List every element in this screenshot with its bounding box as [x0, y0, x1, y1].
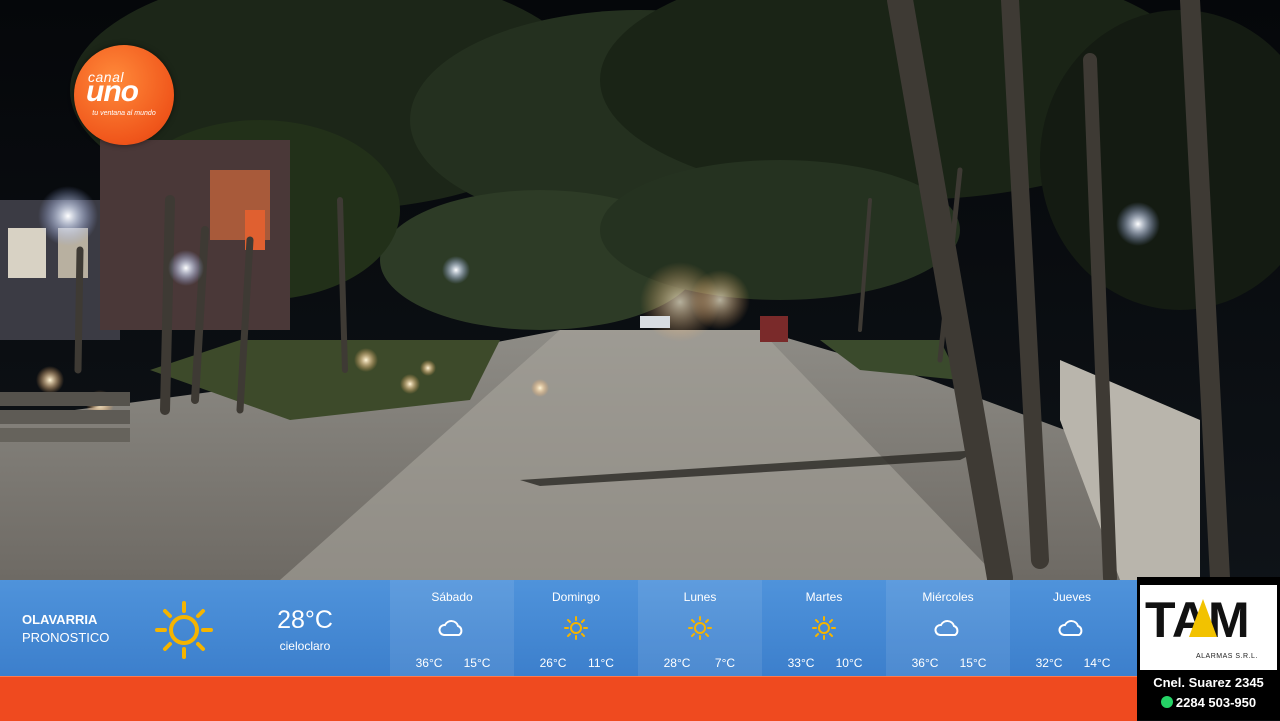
max-temp: 36°C: [415, 656, 443, 670]
forecast-label: PRONOSTICO: [22, 630, 110, 645]
min-temp: 15°C: [959, 656, 987, 670]
forecast-day: Jueves 32°C 14°C: [1010, 580, 1134, 676]
kiosk: [760, 316, 788, 342]
current-temperature: 28°C: [277, 606, 333, 634]
sponsor-logo-panel: TAM ALARMAS S.R.L.: [1140, 585, 1277, 670]
cloud-icon: [934, 620, 959, 636]
phone-number: 2284 503-950: [1175, 695, 1257, 710]
max-temp: 33°C: [787, 656, 815, 670]
forecast-day: Lunes 28°C 7°C: [638, 580, 762, 676]
max-temp: 32°C: [1035, 656, 1063, 670]
min-temp: 14°C: [1083, 656, 1111, 670]
sponsor-address: Cnel. Suarez 2345: [1153, 675, 1264, 690]
ticker-bar: [0, 676, 1137, 721]
min-temp: 15°C: [463, 656, 491, 670]
parked-car: [640, 316, 670, 328]
forecast-day: Sábado 36°C 15°C: [390, 580, 514, 676]
sun-icon: [155, 601, 213, 659]
channel-logo: canal uno tu ventana al mundo: [74, 45, 174, 145]
day-name: Martes: [805, 590, 843, 604]
brand-logo: TAM: [1145, 593, 1250, 643]
forecast-day: Martes 33°C 10°C: [762, 580, 886, 676]
sun-icon: [688, 616, 712, 640]
min-temp: 7°C: [714, 656, 736, 670]
max-temp: 28°C: [663, 656, 691, 670]
day-name: Domingo: [551, 590, 601, 604]
whatsapp-icon: [1160, 696, 1173, 708]
logo-wordmark: uno: [86, 75, 139, 108]
min-temp: 11°C: [588, 656, 614, 670]
day-name: Miércoles: [922, 590, 974, 604]
day-name: Lunes: [683, 590, 717, 604]
cloud-icon: [438, 620, 463, 636]
forecast-day: Domingo 26°C 11°C: [514, 580, 638, 676]
forecast-day: Miércoles 36°C 15°C: [886, 580, 1010, 676]
min-temp: 10°C: [835, 656, 863, 670]
max-temp: 26°C: [539, 656, 567, 670]
day-name: Sábado: [431, 590, 473, 604]
logo-tagline: tu ventana al mundo: [92, 110, 156, 117]
sun-icon: [564, 616, 588, 640]
cloud-icon: [1058, 620, 1083, 636]
sponsor-phone: 2284 503-950: [1137, 695, 1280, 710]
day-name: Jueves: [1052, 590, 1092, 604]
brand-tagline: ALARMAS S.R.L.: [1196, 653, 1258, 660]
current-condition: cieloclaro: [279, 639, 331, 653]
steps: [0, 392, 130, 442]
sun-icon: [812, 616, 836, 640]
max-temp: 36°C: [911, 656, 939, 670]
city-name: OLAVARRIA: [22, 612, 98, 627]
sponsor-ad: TAM ALARMAS S.R.L. Cnel. Suarez 2345 228…: [1137, 577, 1280, 720]
